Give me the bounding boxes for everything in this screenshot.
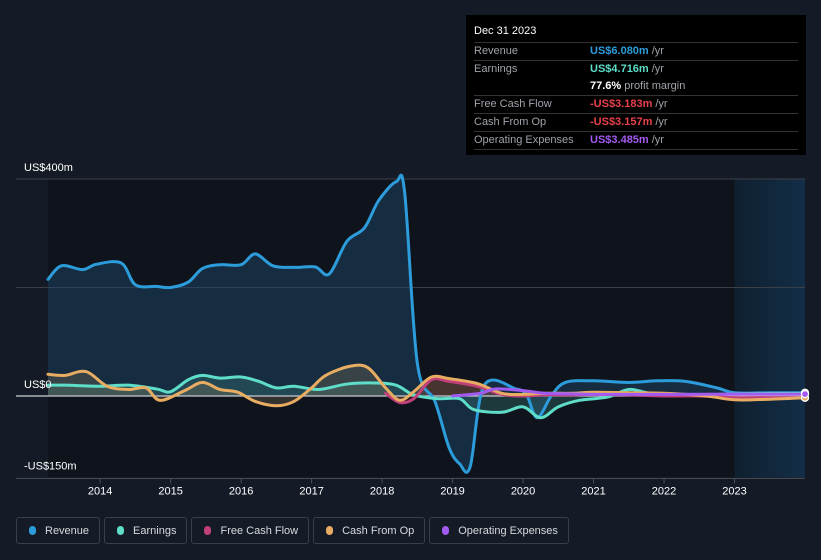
tooltip-row: Revenue US$6.080m/yr — [474, 43, 798, 61]
tooltip-row-unit: /yr — [651, 134, 664, 146]
legend-dot-icon — [117, 526, 125, 535]
legend-label: Revenue — [45, 524, 90, 537]
legend-dot-icon — [29, 526, 36, 535]
tooltip-row-value: US$6.080m — [590, 45, 649, 57]
x-tick-label: 2019 — [440, 485, 464, 497]
x-tick-label: 2020 — [511, 485, 535, 497]
y-tick-label: US$0 — [24, 379, 52, 391]
x-tick-label: 2016 — [229, 485, 253, 497]
legend-label: Earnings — [133, 524, 177, 537]
tooltip-row: Operating Expenses US$3.485m/yr — [474, 132, 798, 150]
x-tick-label: 2014 — [88, 485, 112, 497]
tooltip-row-value: US$4.716m — [590, 63, 649, 75]
tooltip-row-label: Cash From Op — [474, 116, 547, 128]
legend-item-earnings[interactable]: Earnings — [104, 517, 188, 544]
tooltip-row-unit: /yr — [651, 63, 664, 75]
tooltip-row-value: 77.6% — [590, 80, 622, 92]
tooltip-row-unit: /yr — [655, 116, 668, 128]
x-tick-label: 2023 — [722, 485, 746, 497]
tooltip-row-unit: profit margin — [624, 80, 686, 92]
legend-label: Free Cash Flow — [220, 524, 299, 537]
x-tick-label: 2021 — [581, 485, 605, 497]
tooltip-row-value: US$3.485m — [590, 134, 649, 146]
end-markers — [800, 388, 810, 402]
legend-item-operating-expenses[interactable]: Operating Expenses — [429, 517, 569, 544]
legend: Revenue Earnings Free Cash Flow Cash From O… — [16, 517, 569, 544]
tooltip-row: Free Cash Flow -US$3.183m/yr — [474, 96, 798, 114]
tooltip-row: Earnings US$4.716m/yr — [474, 61, 798, 78]
forecast-region — [734, 179, 805, 478]
x-tick-label: 2022 — [652, 485, 676, 497]
tooltip-row-label: Operating Expenses — [474, 134, 574, 146]
tooltip-row-label: Free Cash Flow — [474, 98, 552, 110]
legend-item-free-cash-flow[interactable]: Free Cash Flow — [191, 517, 310, 544]
x-tick-label: 2015 — [158, 485, 182, 497]
tooltip-row-label: Earnings — [474, 63, 518, 75]
legend-dot-icon — [442, 526, 450, 535]
x-tick-label: 2018 — [370, 485, 394, 497]
legend-label: Operating Expenses — [458, 524, 558, 537]
tooltip-row-label: Revenue — [474, 45, 519, 57]
legend-item-revenue[interactable]: Revenue — [16, 517, 101, 544]
y-tick-label: -US$150m — [24, 460, 77, 472]
x-ticks: 2014 2015 2016 2017 2018 2019 2020 2021 2022 2023 — [88, 478, 747, 497]
legend-dot-icon — [326, 526, 334, 535]
tooltip-row-unit: /yr — [655, 98, 668, 110]
operating-expenses-end-marker — [800, 390, 810, 399]
tooltip-row-value: -US$3.157m — [590, 116, 653, 128]
legend-dot-icon — [204, 526, 212, 535]
legend-label: Cash From Op — [342, 524, 415, 537]
y-tick-label: US$400m — [24, 162, 73, 174]
tooltip-panel: Dec 31 2023 Revenue US$6.080m/yr Earnings U… — [466, 15, 806, 155]
x-tick-label: 2017 — [299, 485, 323, 497]
tooltip-row-value: -US$3.183m — [590, 98, 653, 110]
tooltip-row-unit: /yr — [651, 45, 664, 57]
tooltip-row: Cash From Op -US$3.157m/yr — [474, 114, 798, 132]
tooltip-row: 77.6% profit margin — [474, 78, 798, 96]
legend-item-cash-from-op[interactable]: Cash From Op — [313, 517, 426, 544]
tooltip-rows: Revenue US$6.080m/yr Earnings US$4.716m/yr 7… — [474, 43, 798, 150]
tooltip-date: Dec 31 2023 — [474, 23, 798, 43]
tooltip-row-label — [474, 78, 590, 95]
